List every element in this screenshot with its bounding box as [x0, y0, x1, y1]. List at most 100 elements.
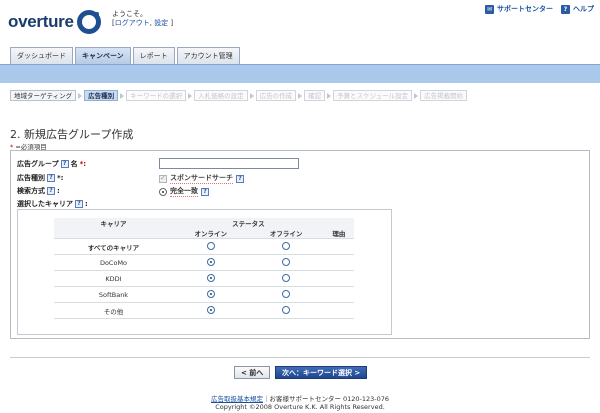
logo-text: overture	[8, 12, 74, 31]
search-method-option: 完全一致 ?	[159, 186, 209, 197]
group-name-label: 広告グループ	[17, 160, 59, 168]
table-row: SoftBank	[54, 286, 354, 303]
support-center-label: サポートセンター	[497, 5, 553, 13]
carrier-name: その他	[54, 302, 174, 319]
ad-type-option: スポンサードサーチ ?	[159, 173, 244, 184]
nav-bar	[0, 64, 600, 83]
ad-group-form: 広告グループ ? 名 *: 広告種別 ? *: スポンサードサーチ ? 検索方式…	[10, 150, 590, 339]
page-title: 2. 新規広告グループ作成	[10, 128, 134, 141]
carrier-frame: キャリア ステータス オンライン オフライン 理由 すべてのキャリア DoCoM…	[17, 209, 392, 335]
mail-icon: ✉	[485, 4, 494, 14]
tab-campaign[interactable]: キャンペーン	[75, 47, 131, 64]
online-radio[interactable]	[206, 289, 215, 298]
carrier-row: 選択したキャリア ? :	[17, 199, 88, 209]
step-budget-schedule: 予算とスケジュール設定	[333, 90, 413, 101]
step-ad-creation: 広告の作成	[255, 90, 297, 101]
carrier-name: DoCoMo	[54, 254, 174, 271]
offline-radio[interactable]	[282, 289, 291, 298]
step-start-ads: 広告掲載開始	[420, 90, 468, 101]
ad-type-suffix: *:	[57, 174, 64, 182]
group-name-input[interactable]	[159, 158, 299, 169]
offline-radio[interactable]	[282, 305, 291, 314]
exact-match-radio[interactable]	[159, 187, 167, 196]
carrier-suffix: :	[85, 200, 88, 208]
welcome-block: ようこそ。 [ログアウト, 設定 ]	[112, 10, 173, 28]
search-method-row: 検索方式 ? :	[17, 186, 60, 196]
help-icon[interactable]: ?	[47, 187, 55, 195]
divider	[10, 357, 590, 358]
utility-links: ✉ サポートセンター ? ヘルプ	[485, 4, 594, 14]
offline-radio[interactable]	[282, 241, 291, 250]
col-reason: 理由	[323, 228, 354, 239]
step-arrow-icon	[414, 92, 419, 99]
footer-links: 広告取扱基本規定｜お客様サポートセンター 0120-123-076	[0, 395, 600, 403]
name-required: *:	[79, 160, 87, 168]
carrier-table: キャリア ステータス オンライン オフライン 理由 すべてのキャリア DoCoM…	[54, 218, 354, 319]
step-keyword-selection: キーワードの選択	[126, 90, 187, 101]
support-center-link[interactable]: ✉ サポートセンター	[485, 4, 553, 14]
col-status: ステータス	[173, 218, 324, 228]
search-method-suffix: :	[57, 187, 60, 195]
next-button[interactable]: 次へ：キーワード選択 >	[275, 366, 368, 379]
col-carrier: キャリア	[54, 218, 174, 228]
online-radio[interactable]	[206, 305, 215, 314]
col-offline: オフライン	[248, 228, 324, 239]
settings-link[interactable]: 設定	[154, 19, 168, 27]
group-name-row: 広告グループ ? 名 *:	[17, 159, 86, 169]
tab-report[interactable]: レポート	[132, 47, 175, 64]
tab-account[interactable]: アカウント管理	[176, 47, 240, 64]
step-arrow-icon	[327, 92, 332, 99]
step-bid-setting: 入札価格の設定	[194, 90, 248, 101]
terms-link[interactable]: 広告取扱基本規定	[211, 395, 263, 403]
welcome-links: [ログアウト, 設定 ]	[112, 19, 173, 28]
online-radio[interactable]	[206, 241, 215, 250]
ad-type-row: 広告種別 ? *:	[17, 173, 63, 183]
carrier-label: 選択したキャリア	[17, 200, 73, 208]
help-icon[interactable]: ?	[236, 174, 244, 183]
welcome-greeting: ようこそ。	[112, 10, 147, 18]
help-icon[interactable]: ?	[75, 200, 83, 208]
tab-dashboard[interactable]: ダッシュボード	[10, 47, 73, 64]
step-arrow-icon	[78, 92, 83, 99]
table-header-row: キャリア ステータス	[54, 218, 354, 228]
back-button[interactable]: < 前へ	[234, 366, 271, 379]
support-line: お客様サポートセンター 0120-123-076	[269, 395, 390, 403]
sponsored-search-label: スポンサードサーチ	[170, 174, 233, 184]
overture-logo[interactable]: overture	[8, 7, 101, 37]
step-arrow-icon	[298, 92, 303, 99]
help-link[interactable]: ? ヘルプ	[561, 4, 594, 14]
ad-type-label: 広告種別	[17, 174, 45, 182]
copyright: Copyright ©2008 Overture K.K. All Rights…	[215, 403, 385, 411]
search-method-label: 検索方式	[17, 187, 45, 195]
offline-radio[interactable]	[282, 273, 291, 282]
carrier-name: KDDI	[54, 270, 174, 287]
table-row: KDDI	[54, 270, 354, 287]
wizard-steps: 地域ターゲティング 広告種別 キーワードの選択 入札価格の設定 広告の作成 確認…	[10, 90, 468, 101]
online-radio[interactable]	[206, 273, 215, 282]
help-label: ヘルプ	[573, 5, 594, 13]
table-row: その他	[54, 302, 354, 319]
name-label: 名	[70, 160, 78, 168]
carrier-name: SoftBank	[54, 286, 174, 303]
help-icon[interactable]: ?	[60, 160, 69, 168]
footer: 広告取扱基本規定｜お客様サポートセンター 0120-123-076 Copyri…	[0, 395, 600, 411]
carrier-name: すべてのキャリア	[54, 238, 174, 255]
online-radio[interactable]	[206, 257, 215, 266]
table-subheader-row: オンライン オフライン 理由	[54, 228, 354, 239]
table-row: DoCoMo	[54, 254, 354, 271]
step-arrow-icon	[188, 92, 193, 99]
col-online: オンライン	[173, 228, 249, 239]
step-ad-type: 広告種別	[84, 90, 119, 101]
exact-match-label: 完全一致	[170, 187, 198, 197]
offline-radio[interactable]	[282, 257, 291, 266]
main-tabs: ダッシュボード キャンペーン レポート アカウント管理	[10, 47, 240, 64]
logo-ring-icon	[76, 10, 101, 34]
logout-link[interactable]: ログアウト	[115, 19, 150, 27]
table-row: すべてのキャリア	[54, 238, 354, 255]
step-region-targeting[interactable]: 地域ターゲティング	[10, 90, 77, 101]
step-confirm: 確認	[304, 90, 326, 101]
help-icon[interactable]: ?	[201, 187, 209, 196]
step-arrow-icon	[249, 92, 254, 99]
help-icon: ?	[561, 4, 570, 14]
help-icon[interactable]: ?	[47, 174, 55, 182]
